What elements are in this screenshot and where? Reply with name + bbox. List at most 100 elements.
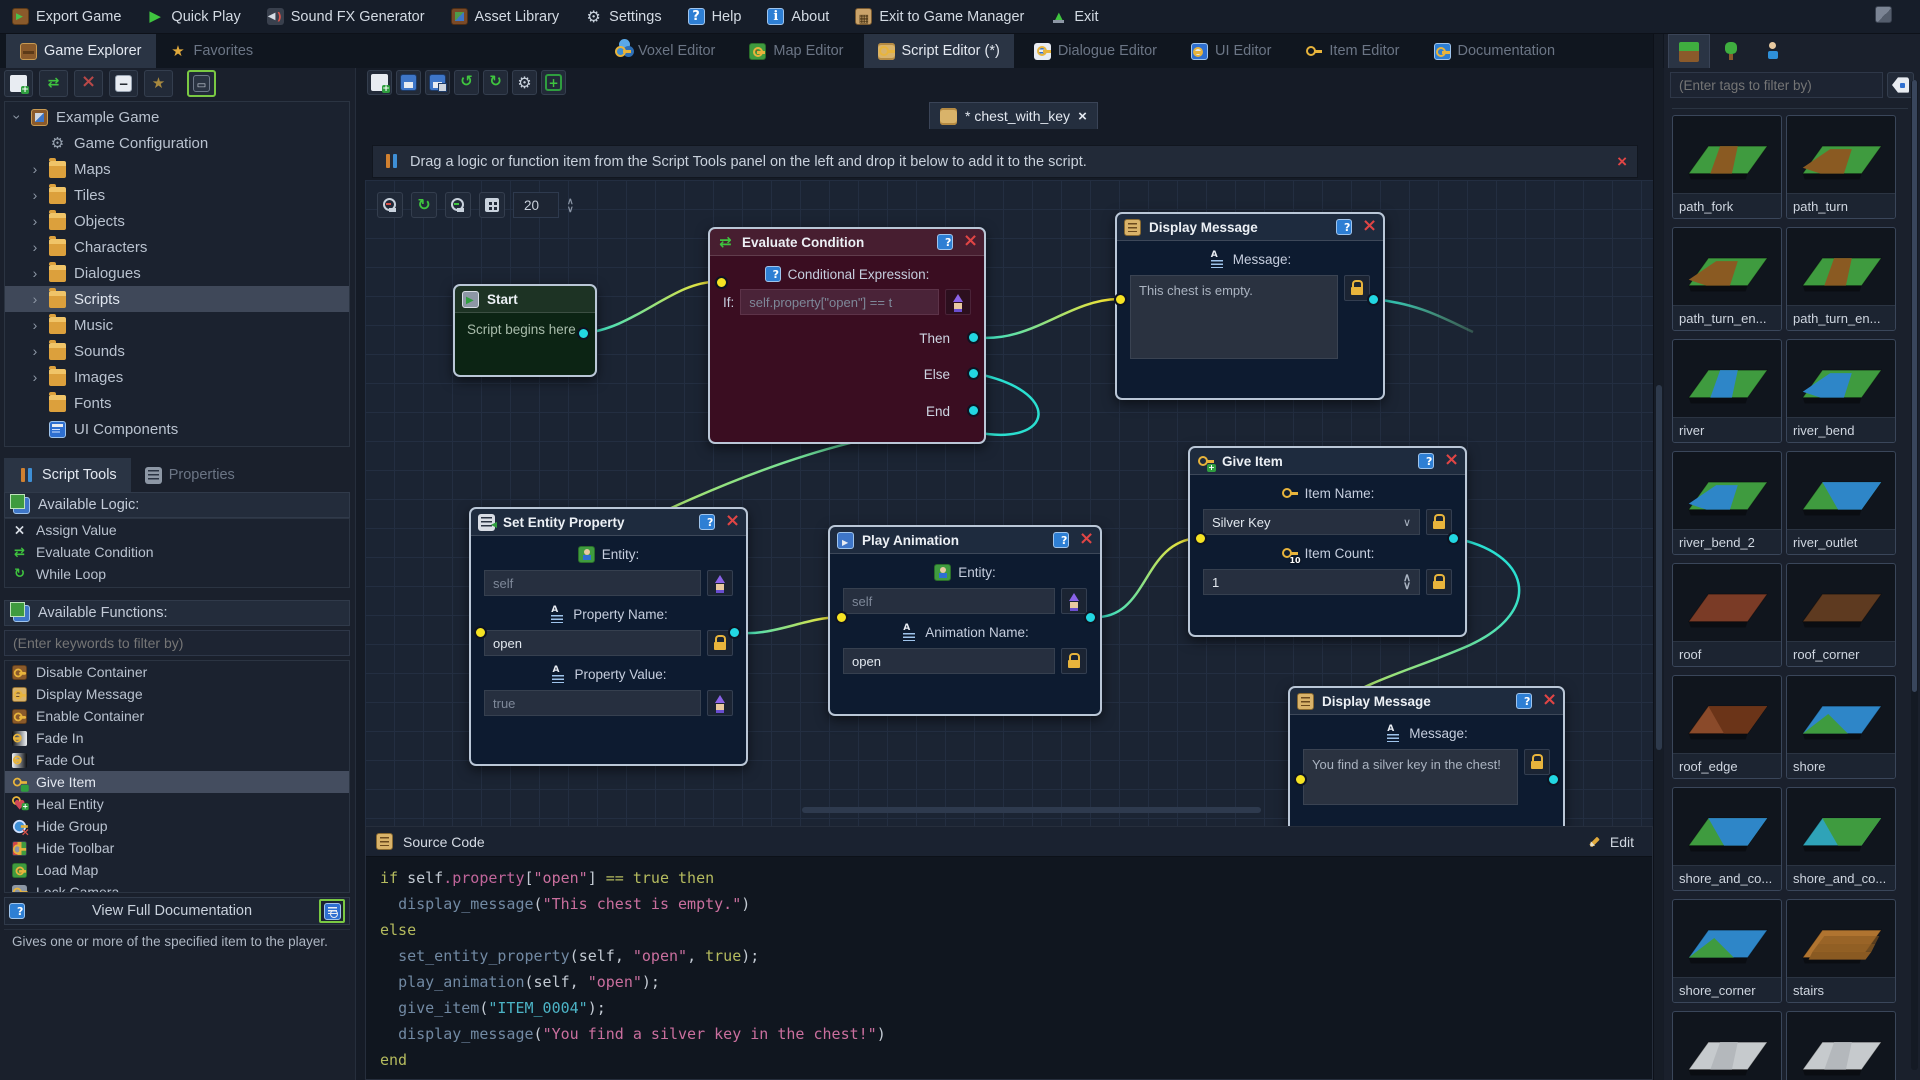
grid-toggle-button[interactable] <box>479 192 505 218</box>
node-evaluate-condition[interactable]: Evaluate Condition Conditional Expressio… <box>708 227 986 444</box>
asset-card[interactable]: path_turn_en... <box>1786 227 1896 331</box>
collapse-button[interactable] <box>109 70 138 97</box>
port-give-out[interactable] <box>1447 532 1460 545</box>
tree-item[interactable]: Maps <box>5 156 349 182</box>
port-give-in[interactable] <box>1194 532 1207 545</box>
asset-card[interactable]: roof_edge <box>1672 675 1782 779</box>
port-else-out[interactable] <box>967 367 980 380</box>
asset-card[interactable]: river_outlet <box>1786 451 1896 555</box>
node-help-icon[interactable] <box>1336 219 1352 235</box>
asset-scrollbar[interactable] <box>1911 80 1918 1070</box>
function-filter-input[interactable] <box>4 630 350 656</box>
tree-expand-arrow[interactable] <box>29 161 41 177</box>
menu-item[interactable]: Exit <box>1050 8 1098 25</box>
function-item[interactable]: Load Map <box>5 859 349 881</box>
asset-card[interactable]: shore_and_co... <box>1672 787 1782 891</box>
entity-input[interactable]: self <box>843 588 1055 614</box>
lock-button[interactable] <box>1426 509 1452 535</box>
menu-item[interactable]: Settings <box>585 8 661 25</box>
function-item[interactable]: Lock Camera <box>5 881 349 893</box>
explorer-tab[interactable]: Game Explorer <box>6 34 156 68</box>
asset-tab[interactable] <box>1752 34 1794 68</box>
asset-card[interactable]: river_bend <box>1786 339 1896 443</box>
logic-item[interactable]: While Loop <box>5 563 349 585</box>
tree-item[interactable]: Sounds <box>5 338 349 364</box>
asset-card[interactable]: river_bend_2 <box>1672 451 1782 555</box>
reset-view-button[interactable] <box>411 192 437 218</box>
condition-input[interactable]: self.property["open"] == t <box>740 289 939 315</box>
menu-item[interactable]: Sound FX Generator <box>267 8 425 25</box>
function-item[interactable]: Heal Entity <box>5 793 349 815</box>
tree-expand-arrow[interactable] <box>29 369 41 385</box>
message-textarea[interactable]: This chest is empty. <box>1130 275 1338 359</box>
asset-card[interactable]: roof_corner <box>1786 563 1896 667</box>
tag-filter-button[interactable] <box>1887 72 1914 98</box>
tag-filter-input[interactable] <box>1670 72 1883 98</box>
tree-item[interactable]: Dialogues <box>5 260 349 286</box>
asset-card[interactable]: river <box>1672 339 1782 443</box>
save-as-button[interactable] <box>425 70 450 95</box>
tree-expand-arrow[interactable] <box>11 109 23 125</box>
asset-card[interactable]: shore <box>1786 675 1896 779</box>
value-wizard-button[interactable] <box>707 690 733 716</box>
entity-wizard-button[interactable] <box>1061 588 1087 614</box>
menu-item[interactable]: Help <box>688 8 742 25</box>
redo-button[interactable] <box>483 70 508 95</box>
port-anim-in[interactable] <box>835 611 848 624</box>
node-display-message-1[interactable]: Display Message Message: This chest is e… <box>1115 212 1385 400</box>
entity-wizard-button[interactable] <box>707 570 733 596</box>
tree-expand-arrow[interactable] <box>29 265 41 281</box>
node-canvas[interactable]: 20 ∧∨ Start Script begins here Evaluate … <box>365 180 1653 826</box>
node-help-icon[interactable] <box>699 514 715 530</box>
open-script-tab[interactable]: * chest_with_key × <box>929 102 1098 129</box>
editor-tab[interactable]: Documentation <box>1420 34 1570 68</box>
count-stepper[interactable]: ∧∨ <box>1397 574 1411 590</box>
edit-source-button[interactable]: Edit <box>1579 831 1642 852</box>
port-evaluate-in[interactable] <box>715 276 728 289</box>
canvas-horizontal-scrollbar[interactable] <box>802 807 1261 813</box>
asset-tab[interactable] <box>1668 34 1710 68</box>
tree-item[interactable]: Example Game <box>5 104 349 130</box>
link-button[interactable] <box>187 70 216 97</box>
function-item[interactable]: Disable Container <box>5 661 349 683</box>
node-close-icon[interactable] <box>1540 693 1556 709</box>
item-name-dropdown[interactable]: Silver Key∨ <box>1203 509 1420 535</box>
menu-item[interactable]: Export Game <box>12 8 121 25</box>
node-set-entity-property[interactable]: Set Entity Property Entity: self Propert… <box>469 507 748 766</box>
editor-tab[interactable]: Script Editor (*) <box>864 34 1014 68</box>
center-vertical-scrollbar[interactable] <box>1653 34 1663 1080</box>
asset-card[interactable]: path_turn <box>1786 115 1896 219</box>
favorite-button[interactable] <box>144 70 173 97</box>
editor-tab[interactable]: Voxel Editor <box>600 34 729 68</box>
port-dm2-in[interactable] <box>1294 773 1307 786</box>
lock-button[interactable] <box>1061 648 1087 674</box>
tree-item[interactable]: Fonts <box>5 390 349 416</box>
node-start[interactable]: Start Script begins here <box>453 284 597 377</box>
explorer-tab[interactable]: Favorites <box>156 34 268 68</box>
asset-card[interactable]: shore_and_co... <box>1786 787 1896 891</box>
editor-tab[interactable]: Dialogue Editor <box>1020 34 1171 68</box>
source-code-text[interactable]: if self.property["open"] == true then di… <box>366 857 1652 1073</box>
menu-item[interactable]: Quick Play <box>147 8 240 25</box>
zoom-in-button[interactable] <box>445 192 471 218</box>
tree-item[interactable]: Tiles <box>5 182 349 208</box>
asset-card[interactable]: path_turn_en... <box>1672 227 1782 331</box>
node-close-icon[interactable] <box>1360 219 1376 235</box>
editor-tab[interactable]: UI Editor <box>1177 34 1285 68</box>
script-tools-tab[interactable]: Script Tools <box>4 458 131 492</box>
tree-item[interactable]: Music <box>5 312 349 338</box>
script-settings-button[interactable] <box>512 70 537 95</box>
asset-card[interactable] <box>1672 1011 1782 1080</box>
node-help-icon[interactable] <box>1418 453 1434 469</box>
node-close-icon[interactable] <box>961 234 977 250</box>
property-name-input[interactable]: open <box>484 630 701 656</box>
tree-expand-arrow[interactable] <box>29 291 41 307</box>
port-then-out[interactable] <box>967 331 980 344</box>
node-close-icon[interactable] <box>1442 453 1458 469</box>
asset-card[interactable]: path_fork <box>1672 115 1782 219</box>
node-display-message-2[interactable]: Display Message Message: You find a silv… <box>1288 686 1565 826</box>
node-close-icon[interactable] <box>723 514 739 530</box>
port-dm2-out[interactable] <box>1547 773 1560 786</box>
open-docs-button[interactable] <box>319 899 345 923</box>
asset-tab[interactable] <box>1710 34 1752 68</box>
